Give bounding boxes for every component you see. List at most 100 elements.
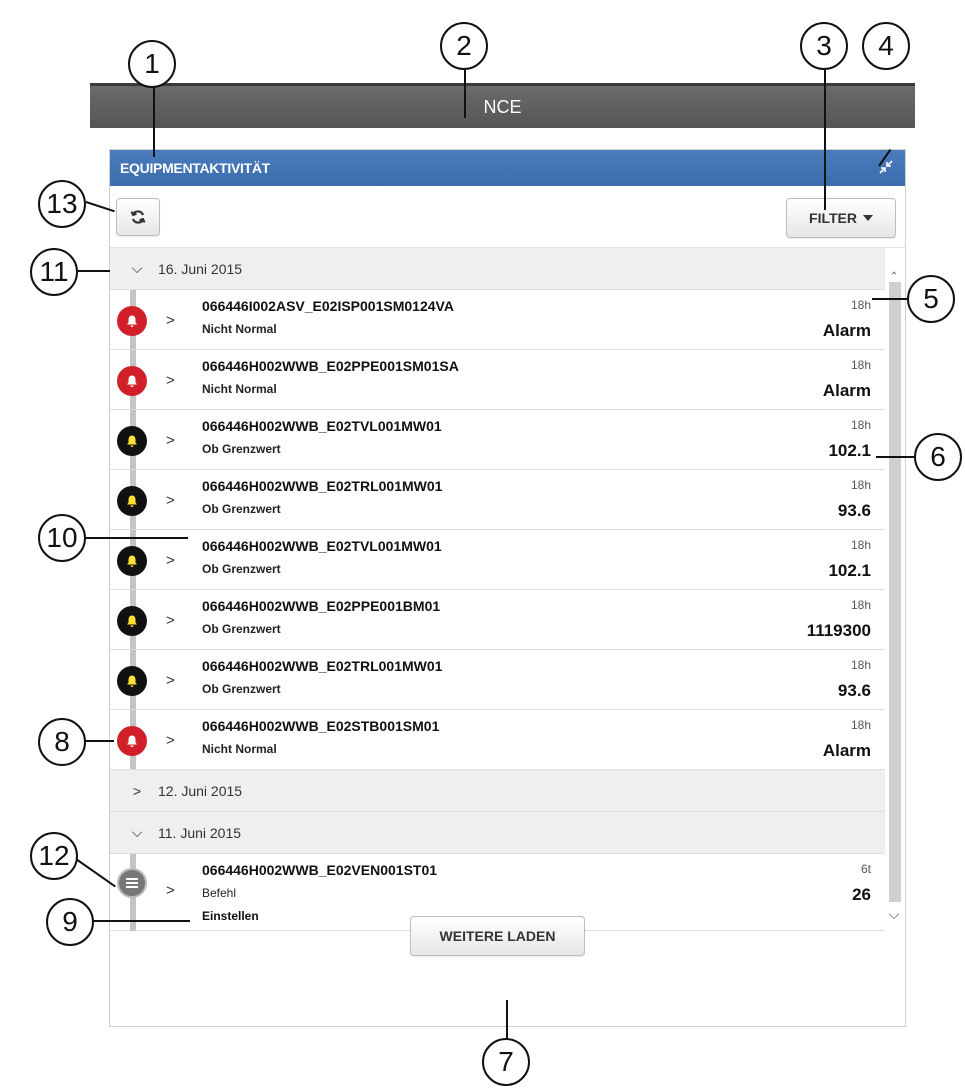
- equipment-activity-widget: EQUIPMENTAKTIVITÄT FILTER ⌵ 16. Juni 201…: [109, 149, 906, 1027]
- activity-entry[interactable]: > 066446H002WWB_E02TVL001MW01 Ob Grenzwe…: [110, 410, 905, 470]
- chevron-down-icon: ⌵: [131, 824, 143, 840]
- chevron-right-icon[interactable]: >: [166, 732, 175, 749]
- callout-9: 9: [46, 898, 94, 946]
- chevron-down-icon[interactable]: ⌵: [887, 907, 901, 921]
- event-value: 26: [852, 885, 871, 904]
- callout-leader: [94, 920, 190, 922]
- bell-icon: [117, 666, 147, 696]
- event-status: Nicht Normal: [202, 322, 277, 336]
- callout-leader: [464, 70, 466, 118]
- date-group-header[interactable]: > 12. Juni 2015: [110, 770, 905, 812]
- event-value: 102.1: [828, 441, 871, 460]
- app-topbar: NCE: [90, 83, 915, 128]
- chevron-right-icon[interactable]: >: [166, 372, 175, 389]
- event-age: 18h: [850, 418, 871, 432]
- callout-12: 12: [30, 832, 78, 880]
- event-value: Alarm: [822, 741, 871, 760]
- bell-icon: [117, 306, 147, 336]
- activity-entry[interactable]: > 066446H002WWB_E02PPE001BM01 Ob Grenzwe…: [110, 590, 905, 650]
- event-age: 18h: [850, 358, 871, 372]
- callout-3: 3: [800, 22, 848, 70]
- callout-leader: [78, 270, 110, 272]
- equipment-id: 066446H002WWB_E02TVL001MW01: [202, 538, 442, 554]
- event-value: 1119300: [806, 621, 871, 640]
- callout-leader: [506, 1000, 508, 1040]
- event-status: Ob Grenzwert: [202, 622, 281, 636]
- callout-1: 1: [128, 40, 176, 88]
- event-value: Alarm: [822, 381, 871, 400]
- callout-4: 4: [862, 22, 910, 70]
- event-age: 18h: [850, 658, 871, 672]
- callout-7: 7: [482, 1038, 530, 1086]
- date-group-label: 12. Juni 2015: [158, 782, 243, 799]
- chevron-up-icon[interactable]: ‸: [887, 259, 901, 273]
- equipment-id: 066446H002WWB_E02TRL001MW01: [202, 658, 443, 674]
- event-status: Ob Grenzwert: [202, 442, 281, 456]
- bell-icon: [117, 426, 147, 456]
- date-group-label: 11. Juni 2015: [158, 824, 242, 841]
- bell-icon: [117, 486, 147, 516]
- widget-header: EQUIPMENTAKTIVITÄT: [110, 150, 905, 186]
- load-more-button[interactable]: WEITERE LADEN: [410, 916, 585, 956]
- callout-leader: [872, 298, 908, 300]
- callout-5: 5: [907, 275, 955, 323]
- event-age: 18h: [850, 538, 871, 552]
- date-group-header[interactable]: ⌵ 16. Juni 2015: [110, 248, 905, 290]
- equipment-id: 066446H002WWB_E02STB001SM01: [202, 718, 440, 734]
- caret-down-icon: [862, 215, 873, 221]
- date-group-header[interactable]: ⌵ 11. Juni 2015: [110, 812, 905, 854]
- event-value: 93.6: [837, 501, 871, 520]
- scroll-thumb[interactable]: [889, 282, 901, 902]
- chevron-right-icon[interactable]: >: [166, 672, 175, 689]
- callout-leader: [876, 456, 918, 458]
- event-status: Nicht Normal: [202, 382, 277, 396]
- callout-10: 10: [38, 514, 86, 562]
- event-age: 18h: [850, 478, 871, 492]
- activity-entry[interactable]: > 066446H002WWB_E02STB001SM01 Nicht Norm…: [110, 710, 905, 770]
- refresh-button[interactable]: [116, 198, 160, 236]
- chevron-right-icon[interactable]: >: [166, 312, 175, 329]
- event-value: 93.6: [837, 681, 871, 700]
- equipment-id: 066446H002WWB_E02PPE001BM01: [202, 598, 441, 614]
- equipment-id: 066446H002WWB_E02TVL001MW01: [202, 418, 442, 434]
- event-detail: Einstellen: [202, 909, 259, 923]
- event-value: 102.1: [828, 561, 871, 580]
- refresh-icon: [130, 210, 146, 224]
- equipment-id: 066446H002WWB_E02VEN001ST01: [202, 862, 438, 878]
- event-status: Ob Grenzwert: [202, 682, 281, 696]
- filter-button[interactable]: FILTER: [786, 198, 896, 238]
- activity-entry[interactable]: > 066446H002WWB_E02TRL001MW01 Ob Grenzwe…: [110, 650, 905, 710]
- bell-icon: [117, 726, 147, 756]
- activity-entry[interactable]: > 066446H002WWB_E02TRL001MW01 Ob Grenzwe…: [110, 470, 905, 530]
- event-age: 18h: [850, 718, 871, 732]
- activity-list: ⌵ 16. Juni 2015 > 066446I002ASV_E02ISP00…: [110, 248, 905, 934]
- bell-icon: [117, 546, 147, 576]
- callout-leader: [824, 70, 826, 210]
- event-value: Alarm: [822, 321, 871, 340]
- chevron-right-icon[interactable]: >: [166, 612, 175, 629]
- chevron-right-icon[interactable]: >: [166, 432, 175, 449]
- chevron-right-icon[interactable]: >: [166, 882, 175, 899]
- activity-entry[interactable]: > 066446H002WWB_E02TVL001MW01 Ob Grenzwe…: [110, 530, 905, 590]
- activity-entry[interactable]: > 066446I002ASV_E02ISP001SM0124VA Nicht …: [110, 290, 905, 350]
- chevron-right-icon: >: [132, 782, 142, 799]
- event-age: 18h: [850, 598, 871, 612]
- load-more-label: WEITERE LADEN: [439, 928, 556, 944]
- chevron-right-icon[interactable]: >: [166, 492, 175, 509]
- event-status: Nicht Normal: [202, 742, 277, 756]
- bell-icon: [117, 366, 147, 396]
- event-age: 18h: [850, 298, 871, 312]
- equipment-id: 066446H002WWB_E02TRL001MW01: [202, 478, 443, 494]
- app-title: NCE: [483, 96, 522, 117]
- callout-leader: [153, 87, 155, 157]
- callout-6: 6: [914, 433, 962, 481]
- event-status: Ob Grenzwert: [202, 562, 281, 576]
- date-group-label: 16. Juni 2015: [158, 260, 243, 277]
- chevron-down-icon: ⌵: [131, 260, 143, 276]
- activity-entry[interactable]: > 066446H002WWB_E02PPE001SM01SA Nicht No…: [110, 350, 905, 410]
- chevron-right-icon[interactable]: >: [166, 552, 175, 569]
- event-status: Befehl: [202, 886, 237, 900]
- callout-13: 13: [38, 180, 86, 228]
- callout-leader: [84, 740, 114, 742]
- list-scrollbar[interactable]: ‸ ⌵: [885, 248, 905, 934]
